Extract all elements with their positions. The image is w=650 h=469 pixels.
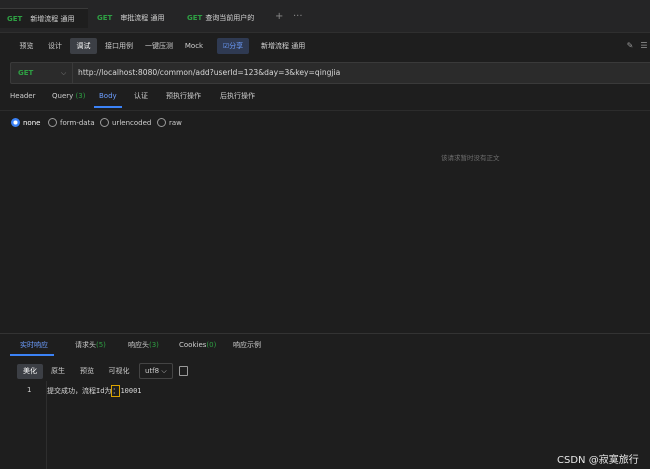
- tab-response-example[interactable]: 响应示例: [233, 340, 261, 350]
- line-gutter: [0, 381, 47, 469]
- response-text-value: 10001: [120, 387, 142, 395]
- tab-label: 响应头: [128, 341, 149, 349]
- mode-preview[interactable]: 预览: [13, 38, 40, 54]
- chevron-down-icon: ⌵: [161, 367, 167, 375]
- body-type-label: form-data: [60, 119, 95, 127]
- tab-pre-request[interactable]: 预执行操作: [166, 91, 201, 101]
- url-bar: GET ⌵ http://localhost:8080/common/add?u…: [10, 62, 650, 84]
- tab-response-headers[interactable]: 响应头(3): [128, 340, 159, 350]
- tab-auth[interactable]: 认证: [134, 91, 148, 101]
- active-tab-indicator: [10, 354, 54, 356]
- url-input[interactable]: http://localhost:8080/common/add?userId=…: [78, 68, 340, 78]
- tab-query-label: Query: [52, 92, 74, 100]
- body-type-form-data[interactable]: form-data: [48, 118, 95, 128]
- tab-post-request[interactable]: 后执行操作: [220, 91, 255, 101]
- method-select[interactable]: GET ⌵: [11, 63, 73, 83]
- body-type-urlencoded[interactable]: urlencoded: [100, 118, 151, 128]
- tab-method: GET: [7, 15, 23, 23]
- active-tab-indicator: [94, 106, 122, 108]
- tab-header[interactable]: Header: [10, 91, 36, 101]
- tab-label: 请求头: [75, 341, 96, 349]
- tab-realtime-response[interactable]: 实时响应: [20, 340, 48, 350]
- body-type-label: raw: [169, 119, 182, 127]
- mode-test-cases[interactable]: 接口用例: [100, 38, 138, 54]
- mode-design[interactable]: 设计: [42, 38, 68, 54]
- encoding-value: utf8: [145, 367, 160, 375]
- tab-label: Cookies: [179, 341, 207, 349]
- mode-stress-test[interactable]: 一键压测: [140, 38, 178, 54]
- encoding-select[interactable]: utf8 ⌵: [139, 363, 173, 379]
- query-count: (3): [75, 92, 86, 100]
- divider: [0, 110, 650, 111]
- count: (0): [206, 341, 217, 349]
- toolbar: [0, 33, 650, 60]
- tab-approve-process[interactable]: GET 审批流程 通用: [97, 8, 179, 28]
- settings-icon[interactable]: ☰: [639, 41, 649, 51]
- radio-icon: [48, 118, 57, 127]
- chevron-down-icon: ⌵: [61, 69, 67, 77]
- body-type-label: none: [23, 119, 41, 127]
- method-value: GET: [18, 69, 34, 77]
- more-tabs-icon[interactable]: ···: [293, 12, 303, 22]
- request-title: 新增流程 通用: [261, 42, 306, 50]
- radio-icon: [100, 118, 109, 127]
- body-type-raw[interactable]: raw: [157, 118, 182, 128]
- tab-title: 审批流程 通用: [120, 14, 165, 22]
- watermark: CSDN @寂寞旅行: [557, 455, 639, 466]
- body-type-none[interactable]: none: [11, 118, 40, 128]
- mode-mock[interactable]: Mock: [180, 38, 208, 54]
- add-tab-icon[interactable]: +: [275, 12, 283, 22]
- format-beautify[interactable]: 美化: [17, 364, 43, 379]
- format-preview[interactable]: 预览: [74, 364, 100, 379]
- mode-debug[interactable]: 调试: [70, 38, 97, 54]
- radio-selected-icon: [11, 118, 20, 127]
- tab-title: 新增流程 通用: [30, 15, 75, 23]
- response-body[interactable]: 提交成功，流程Id为：10001: [47, 385, 142, 397]
- tab-body[interactable]: Body: [99, 91, 117, 101]
- count: (5): [96, 341, 106, 349]
- tab-add-process[interactable]: GET 新增流程 通用: [0, 8, 88, 28]
- tab-query-user[interactable]: GET 查询当前用户的: [187, 8, 257, 28]
- request-tabs: [0, 86, 650, 108]
- body-type-label: urlencoded: [112, 119, 152, 127]
- edit-icon[interactable]: ✎: [625, 41, 635, 51]
- line-number: 1: [27, 386, 32, 394]
- radio-icon: [157, 118, 166, 127]
- tab-request-headers[interactable]: 请求头(5): [75, 340, 106, 350]
- tab-title: 查询当前用户的: [205, 14, 255, 22]
- share-button[interactable]: ☑分享: [217, 38, 249, 54]
- copy-icon[interactable]: [179, 366, 188, 376]
- format-visualize[interactable]: 可视化: [103, 364, 135, 379]
- empty-body-message: 该请求暂时没有正文: [441, 154, 500, 162]
- tab-method: GET: [187, 14, 203, 22]
- tab-query[interactable]: Query (3): [52, 91, 85, 101]
- response-text: 提交成功，流程Id为: [47, 387, 112, 395]
- count: (3): [149, 341, 159, 349]
- format-raw[interactable]: 原生: [45, 364, 71, 379]
- response-panel: [0, 333, 650, 469]
- tab-method: GET: [97, 14, 113, 22]
- tab-cookies[interactable]: Cookies(0): [179, 340, 216, 350]
